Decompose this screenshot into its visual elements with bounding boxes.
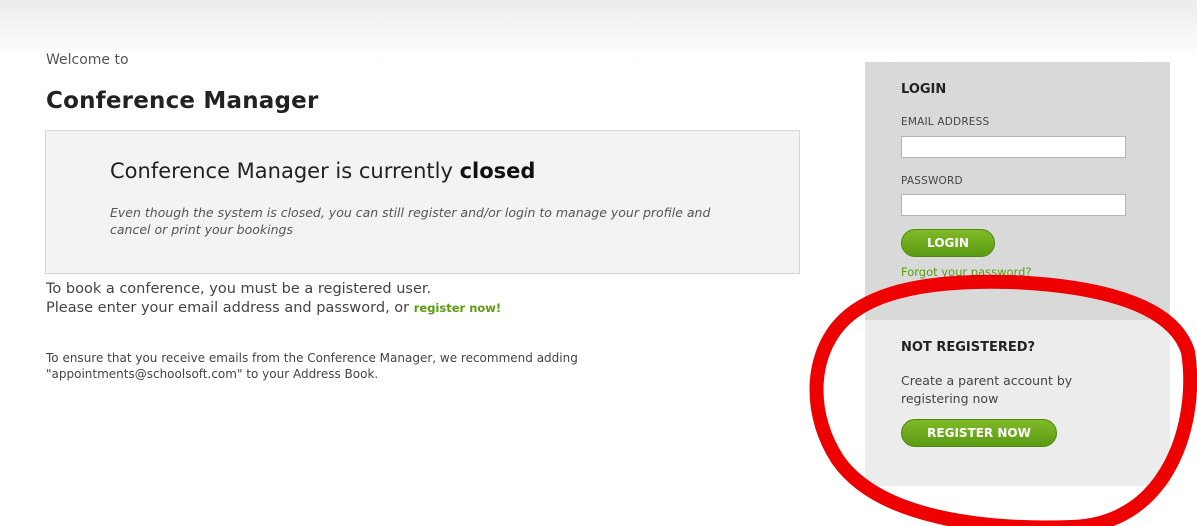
register-panel: NOT REGISTERED? Create a parent account … [865, 320, 1170, 486]
register-heading: NOT REGISTERED? [901, 340, 1036, 355]
login-heading: LOGIN [901, 82, 947, 97]
register-text: Create a parent account by registering n… [901, 373, 1073, 406]
intro-text: To book a conference, you must be a regi… [46, 280, 501, 318]
status-notice: Conference Manager is currently closed E… [45, 130, 800, 274]
intro-line-1: To book a conference, you must be a regi… [46, 281, 432, 297]
email-tip: To ensure that you receive emails from t… [46, 351, 578, 381]
email-label: EMAIL ADDRESS [901, 116, 990, 128]
register-now-button[interactable]: REGISTER NOW [901, 419, 1057, 447]
status-badge: closed [459, 159, 536, 183]
email-field[interactable] [901, 136, 1126, 158]
welcome-text: Welcome to [46, 52, 129, 68]
password-label: PASSWORD [901, 175, 963, 187]
login-button[interactable]: LOGIN [901, 229, 995, 257]
status-note: Even though the system is closed, you ca… [110, 205, 711, 237]
page-title: Conference Manager [46, 88, 319, 114]
register-now-link[interactable]: register now! [414, 301, 501, 315]
header-gradient [0, 0, 1197, 60]
forgot-password-link[interactable]: Forgot your password? [901, 265, 1031, 279]
login-panel: LOGIN EMAIL ADDRESS PASSWORD LOGIN Forgo… [865, 62, 1170, 320]
account-sidebar: LOGIN EMAIL ADDRESS PASSWORD LOGIN Forgo… [865, 62, 1170, 486]
password-field[interactable] [901, 194, 1126, 216]
intro-line-2: Please enter your email address and pass… [46, 300, 410, 316]
status-heading-prefix: Conference Manager is currently [110, 159, 453, 183]
status-heading: Conference Manager is currently closed [110, 159, 535, 183]
